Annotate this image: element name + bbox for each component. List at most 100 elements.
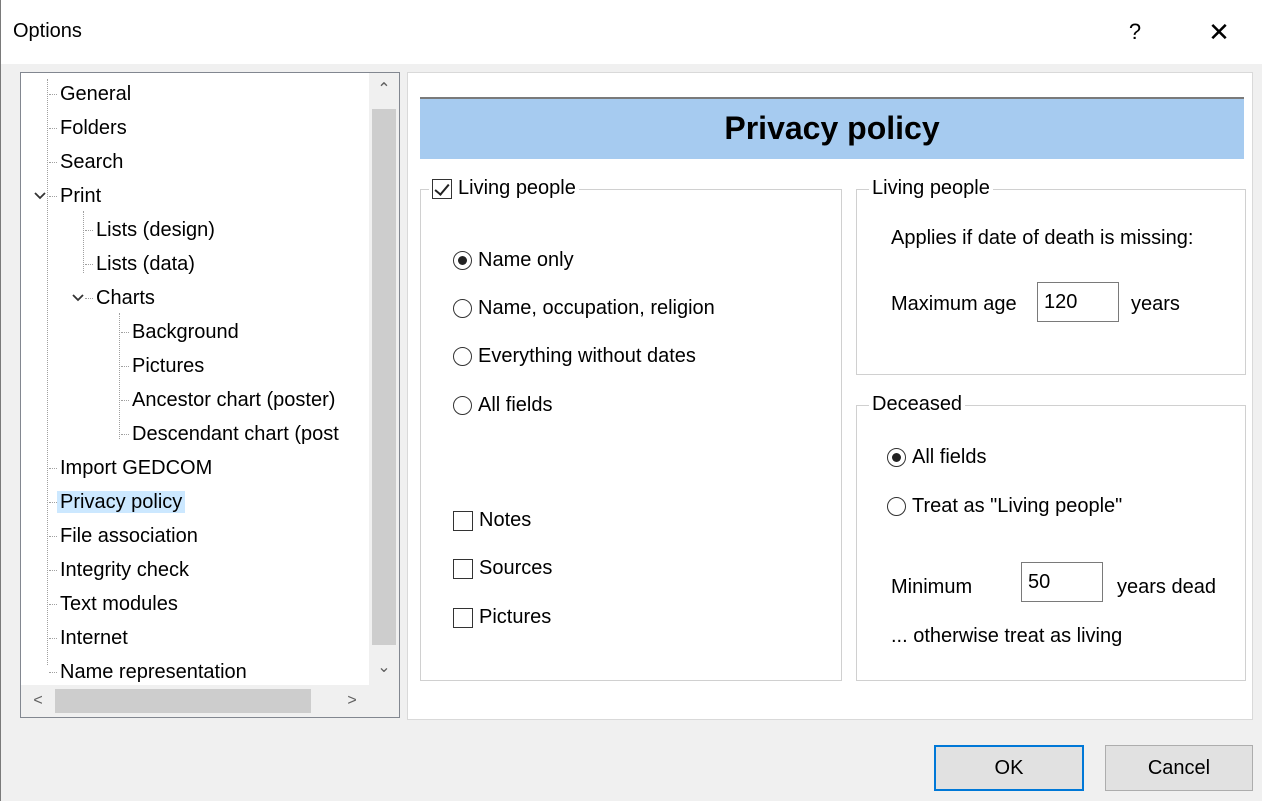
tree-item-label: Search xyxy=(60,151,124,173)
tree-item-label: Folders xyxy=(60,117,127,139)
page-title: Privacy policy xyxy=(420,97,1244,159)
radio-all-fields[interactable]: All fields xyxy=(453,391,552,419)
tree-item-privacy-policy[interactable]: Privacy policy xyxy=(49,487,186,517)
tree-item-descendant-chart[interactable]: Descendant chart (post xyxy=(121,419,342,449)
radio-label: All fields xyxy=(912,446,987,468)
checkbox-label: Sources xyxy=(479,557,553,579)
tree-item-label: File association xyxy=(60,525,198,547)
checkbox-pictures[interactable]: Pictures xyxy=(453,603,551,631)
radio-label: Name only xyxy=(478,249,574,271)
radio-name-only[interactable]: Name only xyxy=(453,246,574,274)
checkbox-label: Notes xyxy=(479,509,532,531)
privacy-policy-page: Privacy policy Living people Name only N… xyxy=(407,72,1253,720)
radio-icon[interactable] xyxy=(453,347,472,367)
tree-item-import-gedcom[interactable]: Import GEDCOM xyxy=(49,453,215,483)
minimum-years-input[interactable] xyxy=(1021,562,1103,602)
maximum-age-unit: years xyxy=(1131,293,1180,315)
living-rule-note: Applies if date of death is missing: xyxy=(891,227,1194,249)
tree-item-label: Integrity check xyxy=(60,559,189,581)
tree-guide-line xyxy=(47,79,48,665)
maximum-age-input[interactable] xyxy=(1037,282,1119,322)
options-tree[interactable]: General Folders Search Print Lists (desi… xyxy=(20,72,400,718)
tree-item-label: Internet xyxy=(60,627,128,649)
deceased-legend: Deceased xyxy=(869,391,966,417)
chevron-down-icon[interactable] xyxy=(33,189,47,203)
tree-item-label: Privacy policy xyxy=(57,491,186,513)
tree-item-file-association[interactable]: File association xyxy=(49,521,201,551)
tree-item-label: Text modules xyxy=(60,593,178,615)
radio-icon[interactable] xyxy=(453,396,472,416)
living-people-legend: Living people xyxy=(458,177,576,199)
tree-item-label: Lists (design) xyxy=(96,219,215,241)
tree-item-internet[interactable]: Internet xyxy=(49,623,131,653)
tree-item-search[interactable]: Search xyxy=(49,147,126,177)
scroll-down-icon[interactable]: ⌄ xyxy=(369,653,399,683)
checkbox-sources[interactable]: Sources xyxy=(453,554,552,582)
scroll-right-icon[interactable]: > xyxy=(337,685,367,717)
tree-item-name-representation[interactable]: Name representation xyxy=(49,657,250,687)
radio-deceased-all-fields[interactable]: All fields xyxy=(887,443,986,471)
title-bar: Options ? ✕ xyxy=(1,0,1262,64)
tree-item-label: Charts xyxy=(96,287,155,309)
radio-icon[interactable] xyxy=(887,448,906,468)
radio-label: All fields xyxy=(478,394,553,416)
radio-treat-as-living[interactable]: Treat as "Living people" xyxy=(887,492,1122,520)
checkbox-icon[interactable] xyxy=(453,607,473,628)
cancel-button[interactable]: Cancel xyxy=(1105,745,1253,791)
tree-item-charts[interactable]: Charts xyxy=(85,283,158,313)
tree-item-integrity-check[interactable]: Integrity check xyxy=(49,555,192,585)
tree-item-label: Ancestor chart (poster) xyxy=(132,389,336,411)
radio-label: Name, occupation, religion xyxy=(478,297,715,319)
living-people-options-group: Living people Name only Name, occupation… xyxy=(420,175,842,681)
tree-item-label: Background xyxy=(132,321,239,343)
minimum-years-unit: years dead xyxy=(1117,576,1216,598)
radio-icon[interactable] xyxy=(453,299,472,319)
scroll-thumb[interactable] xyxy=(372,109,396,645)
otherwise-note: ... otherwise treat as living xyxy=(891,625,1123,647)
tree-item-print[interactable]: Print xyxy=(49,181,104,211)
radio-everything-without-dates[interactable]: Everything without dates xyxy=(453,342,696,370)
close-button[interactable]: ✕ xyxy=(1197,14,1241,50)
tree-item-label: Print xyxy=(60,185,102,207)
help-button[interactable]: ? xyxy=(1117,14,1153,50)
tree-item-label: Lists (data) xyxy=(96,253,195,275)
tree-item-label: Descendant chart (post xyxy=(132,423,339,445)
tree-item-label: Import GEDCOM xyxy=(60,457,213,479)
radio-label: Treat as "Living people" xyxy=(912,495,1123,517)
scroll-left-icon[interactable]: < xyxy=(23,685,53,717)
living-people-checkbox[interactable]: Living people xyxy=(429,175,579,201)
tree-item-background[interactable]: Background xyxy=(121,317,242,347)
tree-guide-line xyxy=(119,313,120,439)
tree-guide-line xyxy=(83,211,84,273)
tree-item-folders[interactable]: Folders xyxy=(49,113,130,143)
checkbox-icon[interactable] xyxy=(453,510,473,531)
maximum-age-label: Maximum age xyxy=(891,293,1017,315)
tree-item-lists-data[interactable]: Lists (data) xyxy=(85,249,198,279)
tree-item-pictures[interactable]: Pictures xyxy=(121,351,207,381)
chevron-down-icon[interactable] xyxy=(71,291,85,305)
tree-item-label: Pictures xyxy=(132,355,205,377)
checkbox-icon[interactable] xyxy=(453,558,473,579)
checkbox-notes[interactable]: Notes xyxy=(453,506,531,534)
radio-icon[interactable] xyxy=(887,497,906,517)
tree-horizontal-scrollbar[interactable]: < > xyxy=(21,685,369,717)
ok-button[interactable]: OK xyxy=(934,745,1084,791)
tree-item-label: Name representation xyxy=(60,661,247,683)
radio-icon[interactable] xyxy=(453,251,472,271)
tree-item-label: General xyxy=(60,83,132,105)
minimum-label: Minimum xyxy=(891,576,973,598)
living-people-rule-legend: Living people xyxy=(869,175,993,201)
tree-item-lists-design[interactable]: Lists (design) xyxy=(85,215,218,245)
tree-vertical-scrollbar[interactable]: ⌃ ⌄ xyxy=(369,73,399,685)
tree-item-general[interactable]: General xyxy=(49,79,134,109)
deceased-group: Deceased All fields Treat as "Living peo… xyxy=(856,391,1246,681)
window-title: Options xyxy=(13,20,82,42)
tree-item-ancestor-chart[interactable]: Ancestor chart (poster) xyxy=(121,385,338,415)
scroll-up-icon[interactable]: ⌃ xyxy=(369,75,399,105)
options-dialog: Options ? ✕ General Folders Search Print… xyxy=(0,0,1262,801)
scroll-thumb[interactable] xyxy=(55,689,311,713)
checkbox-icon[interactable] xyxy=(432,178,452,199)
radio-name-occupation-religion[interactable]: Name, occupation, religion xyxy=(453,294,715,322)
tree-item-text-modules[interactable]: Text modules xyxy=(49,589,181,619)
checkbox-label: Pictures xyxy=(479,606,552,628)
